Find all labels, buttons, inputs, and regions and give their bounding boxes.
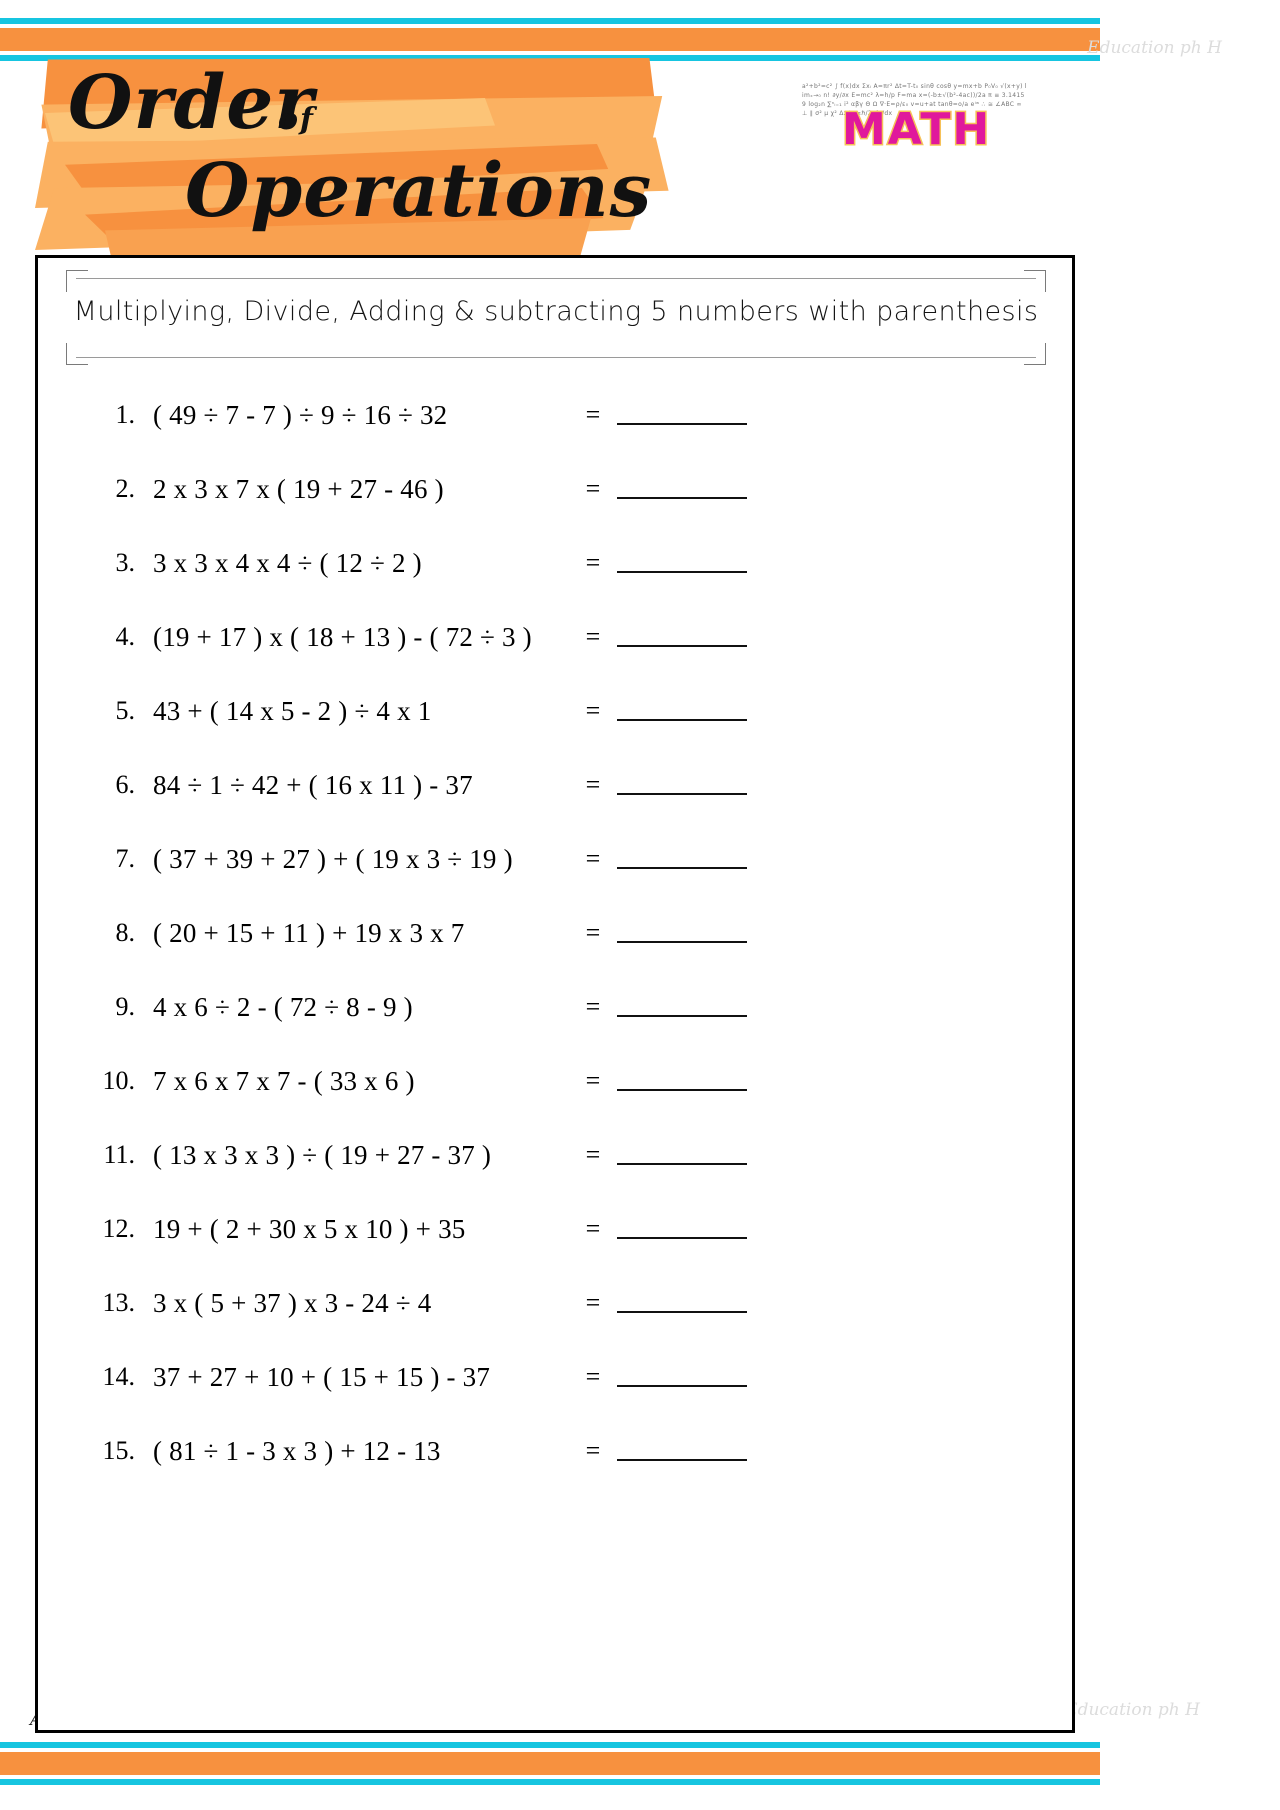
problem-expression: 2 x 3 x 7 x ( 19 + 27 - 46 ) (153, 473, 444, 504)
problem-row: 14. 37 + 27 + 10 + ( 15 + 15 ) - 37 = (38, 1340, 1072, 1414)
problem-number: 1. (115, 400, 136, 429)
problem-number: 10. (102, 1066, 136, 1095)
bottom-ribbon-orange (0, 1752, 1100, 1775)
problem-number: 3. (115, 548, 136, 577)
equals-sign: = (585, 844, 601, 873)
problem-row: 10. 7 x 6 x 7 x 7 - ( 33 x 6 ) = (38, 1044, 1072, 1118)
problem-row: 4. (19 + 17 ) x ( 18 + 13 ) - ( 72 ÷ 3 ) = (38, 600, 1072, 674)
problem-list: 1. ( 49 ÷ 7 - 7 ) ÷ 9 ÷ 16 ÷ 32 = 2. 2 x 3 x… (38, 378, 1072, 1488)
answer-blank[interactable] (617, 553, 747, 573)
problem-row: 5. 43 + ( 14 x 5 - 2 ) ÷ 4 x 1 = (38, 674, 1072, 748)
answer-blank[interactable] (617, 479, 747, 499)
subtitle-box: Multiplying, Divide, Adding & subtractin… (66, 270, 1046, 365)
problem-expression: 43 + ( 14 x 5 - 2 ) ÷ 4 x 1 (153, 695, 432, 726)
answer-blank[interactable] (617, 849, 747, 869)
problem-row: 3. 3 x 3 x 4 x 4 ÷ ( 12 ÷ 2 ) = (38, 526, 1072, 600)
title-word-operations: Operations (185, 148, 653, 234)
corner-bracket-bottom-left (66, 343, 88, 365)
answer-blank[interactable] (617, 1293, 747, 1313)
problem-number: 12. (102, 1214, 136, 1243)
answer-blank[interactable] (617, 627, 747, 647)
math-logo: a²+b²=c² ∫ f(x)dx Σxᵢ A=πr² Δt=T-t₀ sinθ… (800, 80, 1030, 195)
corner-bracket-bottom-right (1024, 343, 1046, 365)
worksheet-page: Order of Operations a²+b²=c² ∫ f(x)dx Σx… (0, 0, 1280, 1810)
problem-expression: 19 + ( 2 + 30 x 5 x 10 ) + 35 (153, 1213, 466, 1244)
worksheet-frame: Multiplying, Divide, Adding & subtractin… (35, 255, 1075, 1733)
problem-number: 8. (115, 918, 136, 947)
problem-expression: 84 ÷ 1 ÷ 42 + ( 16 x 11 ) - 37 (153, 769, 473, 800)
problem-number: 6. (115, 770, 136, 799)
worksheet-subtitle: Multiplying, Divide, Adding & subtractin… (73, 296, 1039, 327)
equals-sign: = (585, 474, 601, 503)
answer-blank[interactable] (617, 1367, 747, 1387)
equals-sign: = (585, 622, 601, 651)
problem-row: 15. ( 81 ÷ 1 - 3 x 3 ) + 12 - 13 = (38, 1414, 1072, 1488)
equals-sign: = (585, 1214, 601, 1243)
problem-expression: ( 20 + 15 + 11 ) + 19 x 3 x 7 (153, 917, 465, 948)
math-logo-word: MATH (840, 103, 992, 157)
problem-expression: 7 x 6 x 7 x 7 - ( 33 x 6 ) (153, 1065, 415, 1096)
answer-blank[interactable] (617, 1441, 747, 1461)
corner-bracket-top-left (66, 270, 88, 292)
top-ribbon-orange (0, 28, 1100, 51)
answer-blank[interactable] (617, 405, 747, 425)
problem-number: 5. (115, 696, 136, 725)
problem-row: 8. ( 20 + 15 + 11 ) + 19 x 3 x 7 = (38, 896, 1072, 970)
bottom-ribbon-cyan-inner (0, 1779, 1100, 1785)
problem-expression: (19 + 17 ) x ( 18 + 13 ) - ( 72 ÷ 3 ) (153, 621, 532, 652)
problem-expression: ( 13 x 3 x 3 ) ÷ ( 19 + 27 - 37 ) (153, 1139, 492, 1170)
problem-row: 12. 19 + ( 2 + 30 x 5 x 10 ) + 35 = (38, 1192, 1072, 1266)
answer-blank[interactable] (617, 997, 747, 1017)
watermark-bottom: Education ph H (1065, 1700, 1200, 1720)
answer-blank[interactable] (617, 1071, 747, 1091)
problem-row: 11. ( 13 x 3 x 3 ) ÷ ( 19 + 27 - 37 ) = (38, 1118, 1072, 1192)
problem-row: 7. ( 37 + 39 + 27 ) + ( 19 x 3 ÷ 19 ) = (38, 822, 1072, 896)
problem-number: 2. (115, 474, 136, 503)
problem-row: 13. 3 x ( 5 + 37 ) x 3 - 24 ÷ 4 = (38, 1266, 1072, 1340)
subtitle-rule-bottom (76, 357, 1036, 358)
problem-number: 15. (102, 1436, 136, 1465)
equals-sign: = (585, 548, 601, 577)
answer-blank[interactable] (617, 701, 747, 721)
problem-expression: ( 49 ÷ 7 - 7 ) ÷ 9 ÷ 16 ÷ 32 (153, 399, 448, 430)
answer-blank[interactable] (617, 1219, 747, 1239)
equals-sign: = (585, 1140, 601, 1169)
equals-sign: = (585, 992, 601, 1021)
problem-number: 13. (102, 1288, 136, 1317)
problem-expression: 3 x ( 5 + 37 ) x 3 - 24 ÷ 4 (153, 1287, 432, 1318)
problem-number: 14. (102, 1362, 136, 1391)
problem-row: 1. ( 49 ÷ 7 - 7 ) ÷ 9 ÷ 16 ÷ 32 = (38, 378, 1072, 452)
problem-expression: ( 37 + 39 + 27 ) + ( 19 x 3 ÷ 19 ) (153, 843, 513, 874)
equals-sign: = (585, 696, 601, 725)
equals-sign: = (585, 1362, 601, 1391)
problem-expression: 3 x 3 x 4 x 4 ÷ ( 12 ÷ 2 ) (153, 547, 422, 578)
problem-expression: 4 x 6 ÷ 2 - ( 72 ÷ 8 - 9 ) (153, 991, 413, 1022)
answer-blank[interactable] (617, 1145, 747, 1165)
answer-blank[interactable] (617, 923, 747, 943)
corner-bracket-top-right (1024, 270, 1046, 292)
problem-row: 6. 84 ÷ 1 ÷ 42 + ( 16 x 11 ) - 37 = (38, 748, 1072, 822)
equals-sign: = (585, 918, 601, 947)
equals-sign: = (585, 1066, 601, 1095)
answer-blank[interactable] (617, 775, 747, 795)
problem-number: 11. (103, 1140, 135, 1169)
equals-sign: = (585, 770, 601, 799)
watermark-top: Education ph H (1087, 38, 1222, 58)
problem-expression: ( 81 ÷ 1 - 3 x 3 ) + 12 - 13 (153, 1435, 441, 1466)
problem-row: 9. 4 x 6 ÷ 2 - ( 72 ÷ 8 - 9 ) = (38, 970, 1072, 1044)
problem-number: 7. (115, 844, 136, 873)
problem-expression: 37 + 27 + 10 + ( 15 + 15 ) - 37 (153, 1361, 491, 1392)
title-word-of: of (278, 102, 315, 137)
problem-number: 9. (115, 992, 136, 1021)
equals-sign: = (585, 400, 601, 429)
subtitle-rule-top (76, 278, 1036, 279)
problem-number: 4. (115, 622, 136, 651)
equals-sign: = (585, 1288, 601, 1317)
equals-sign: = (585, 1436, 601, 1465)
problem-row: 2. 2 x 3 x 7 x ( 19 + 27 - 46 ) = (38, 452, 1072, 526)
